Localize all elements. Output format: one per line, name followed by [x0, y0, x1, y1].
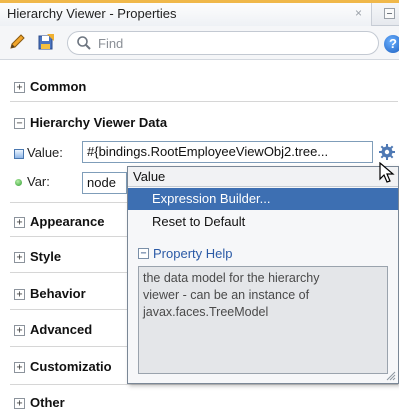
expand-icon[interactable]: +: [14, 217, 25, 228]
var-field[interactable]: node: [82, 172, 127, 194]
expand-icon[interactable]: +: [14, 398, 25, 409]
search-icon: [77, 36, 91, 50]
required-property-icon: [14, 149, 24, 159]
minimize-icon[interactable]: [384, 8, 395, 19]
help-line: javax.faces.TreeModel: [143, 305, 269, 319]
help-line: the data model for the hierarchy: [143, 271, 320, 285]
value-context-popup: Value Expression Builder... Reset to Def…: [127, 166, 399, 384]
section-divider: [10, 384, 398, 385]
section-other[interactable]: + Other: [0, 391, 399, 417]
window-title: Hierarchy Viewer - Properties: [7, 6, 177, 21]
help-icon[interactable]: ?: [384, 35, 399, 53]
section-label: Style: [30, 249, 62, 264]
popup-header: Value: [128, 167, 398, 187]
section-divider: [10, 101, 398, 102]
pencil-icon[interactable]: [8, 33, 26, 51]
menu-item-expression-builder[interactable]: Expression Builder...: [128, 188, 398, 210]
section-label: Advanced: [30, 322, 93, 337]
expand-icon[interactable]: +: [14, 82, 25, 93]
section-label: Behavior: [30, 286, 86, 301]
property-help-text: the data model for the hierarchy viewer …: [138, 266, 388, 374]
resize-grip-icon[interactable]: [386, 371, 396, 381]
section-common[interactable]: + Common: [0, 75, 399, 101]
title-bar: Hierarchy Viewer - Properties ×: [0, 0, 399, 26]
collapse-icon[interactable]: −: [138, 248, 149, 259]
popup-title: Value: [133, 169, 166, 184]
section-hierarchy-viewer-data[interactable]: − Hierarchy Viewer Data: [0, 111, 399, 137]
optional-property-icon: [15, 179, 22, 186]
search-box[interactable]: [67, 31, 379, 55]
property-help-toggle[interactable]: − Property Help: [138, 245, 388, 263]
section-label: Appearance: [30, 214, 105, 229]
search-input[interactable]: [98, 35, 358, 51]
menu-item-label: Reset to Default: [152, 214, 246, 229]
collapse-icon[interactable]: −: [14, 118, 25, 129]
section-label: Common: [30, 79, 87, 94]
value-field[interactable]: #{bindings.RootEmployeeViewObj2.tree...: [82, 141, 373, 163]
section-label: Other: [30, 395, 65, 410]
save-icon[interactable]: [37, 33, 55, 51]
expand-icon[interactable]: +: [14, 362, 25, 373]
menu-item-label: Expression Builder...: [152, 191, 271, 206]
gear-icon[interactable]: [378, 143, 396, 161]
section-label: Customizatio: [30, 359, 112, 374]
property-help-title[interactable]: Property Help: [153, 246, 232, 261]
tab-properties[interactable]: Hierarchy Viewer - Properties ×: [0, 3, 372, 26]
value-property-row: Value: #{bindings.RootEmployeeViewObj2.t…: [0, 141, 399, 167]
var-label: Var:: [27, 174, 50, 189]
section-label: Hierarchy Viewer Data: [30, 115, 168, 130]
menu-item-reset-to-default[interactable]: Reset to Default: [128, 211, 398, 233]
property-inspector-window: Hierarchy Viewer - Properties × ? + Comm…: [0, 0, 399, 417]
help-line: viewer - can be an instance of: [143, 288, 310, 302]
expand-icon[interactable]: +: [14, 289, 25, 300]
expand-icon[interactable]: +: [14, 252, 25, 263]
expand-icon[interactable]: +: [14, 325, 25, 336]
toolbar: ?: [0, 26, 399, 60]
mouse-cursor-icon: [379, 162, 395, 183]
close-icon[interactable]: ×: [355, 6, 362, 20]
value-label: Value:: [27, 145, 63, 160]
